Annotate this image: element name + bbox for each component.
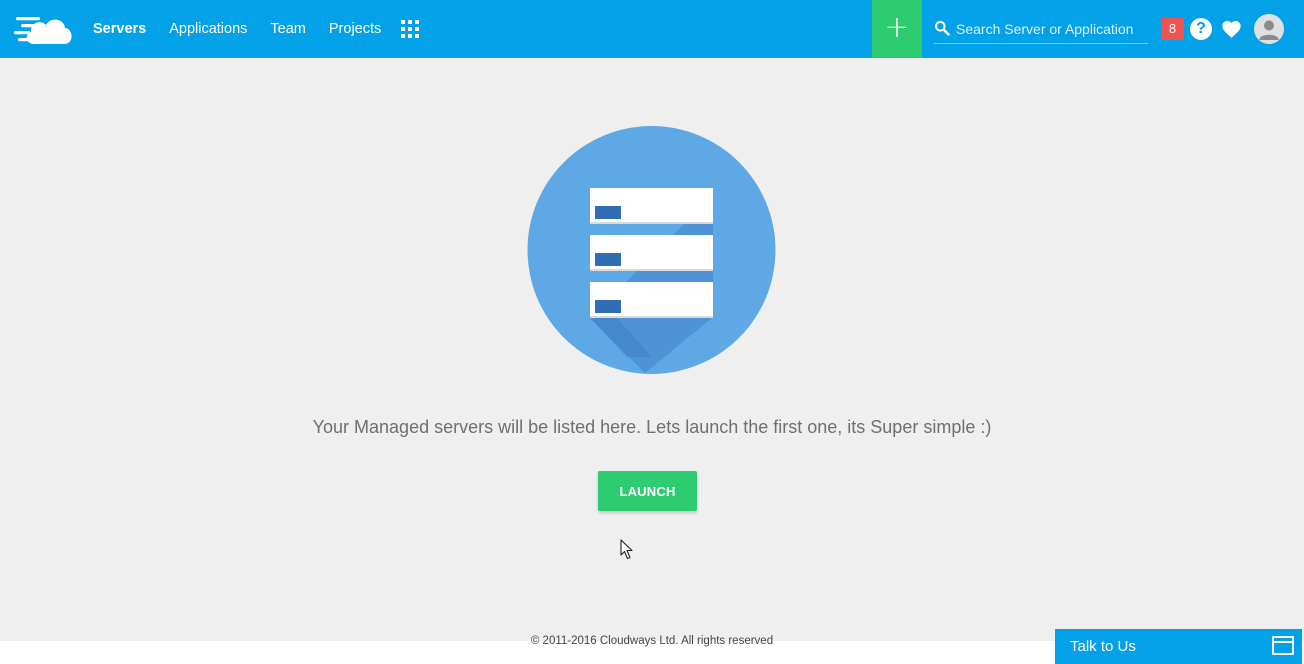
- talk-to-us-label: Talk to Us: [1070, 638, 1136, 655]
- nav-item-servers[interactable]: Servers: [93, 21, 146, 37]
- search-icon: [935, 21, 950, 36]
- heart-icon[interactable]: [1221, 19, 1242, 39]
- chat-window-icon: [1272, 636, 1294, 655]
- nav-item-applications[interactable]: Applications: [169, 21, 247, 37]
- top-navbar: Servers Applications Team Projects + 8 ?: [0, 0, 1304, 58]
- mouse-cursor-icon: [620, 539, 633, 560]
- launch-button[interactable]: LAUNCH: [598, 471, 697, 511]
- notification-badge[interactable]: 8: [1161, 18, 1184, 40]
- search-input[interactable]: [956, 17, 1146, 41]
- talk-to-us-widget[interactable]: Talk to Us: [1055, 629, 1302, 664]
- main-nav: Servers Applications Team Projects: [93, 0, 404, 58]
- user-avatar-icon: [1259, 20, 1279, 40]
- cloudways-logo[interactable]: [14, 11, 76, 47]
- empty-state-message: Your Managed servers will be listed here…: [312, 417, 992, 437]
- server-stack-illustration: [527, 126, 776, 374]
- nav-item-team[interactable]: Team: [270, 21, 305, 37]
- search-box: [934, 14, 1148, 44]
- user-avatar[interactable]: [1254, 14, 1284, 44]
- apps-grid-icon[interactable]: [401, 20, 419, 38]
- nav-item-projects[interactable]: Projects: [329, 21, 381, 37]
- add-server-button[interactable]: +: [872, 0, 922, 58]
- help-icon[interactable]: ?: [1190, 18, 1212, 40]
